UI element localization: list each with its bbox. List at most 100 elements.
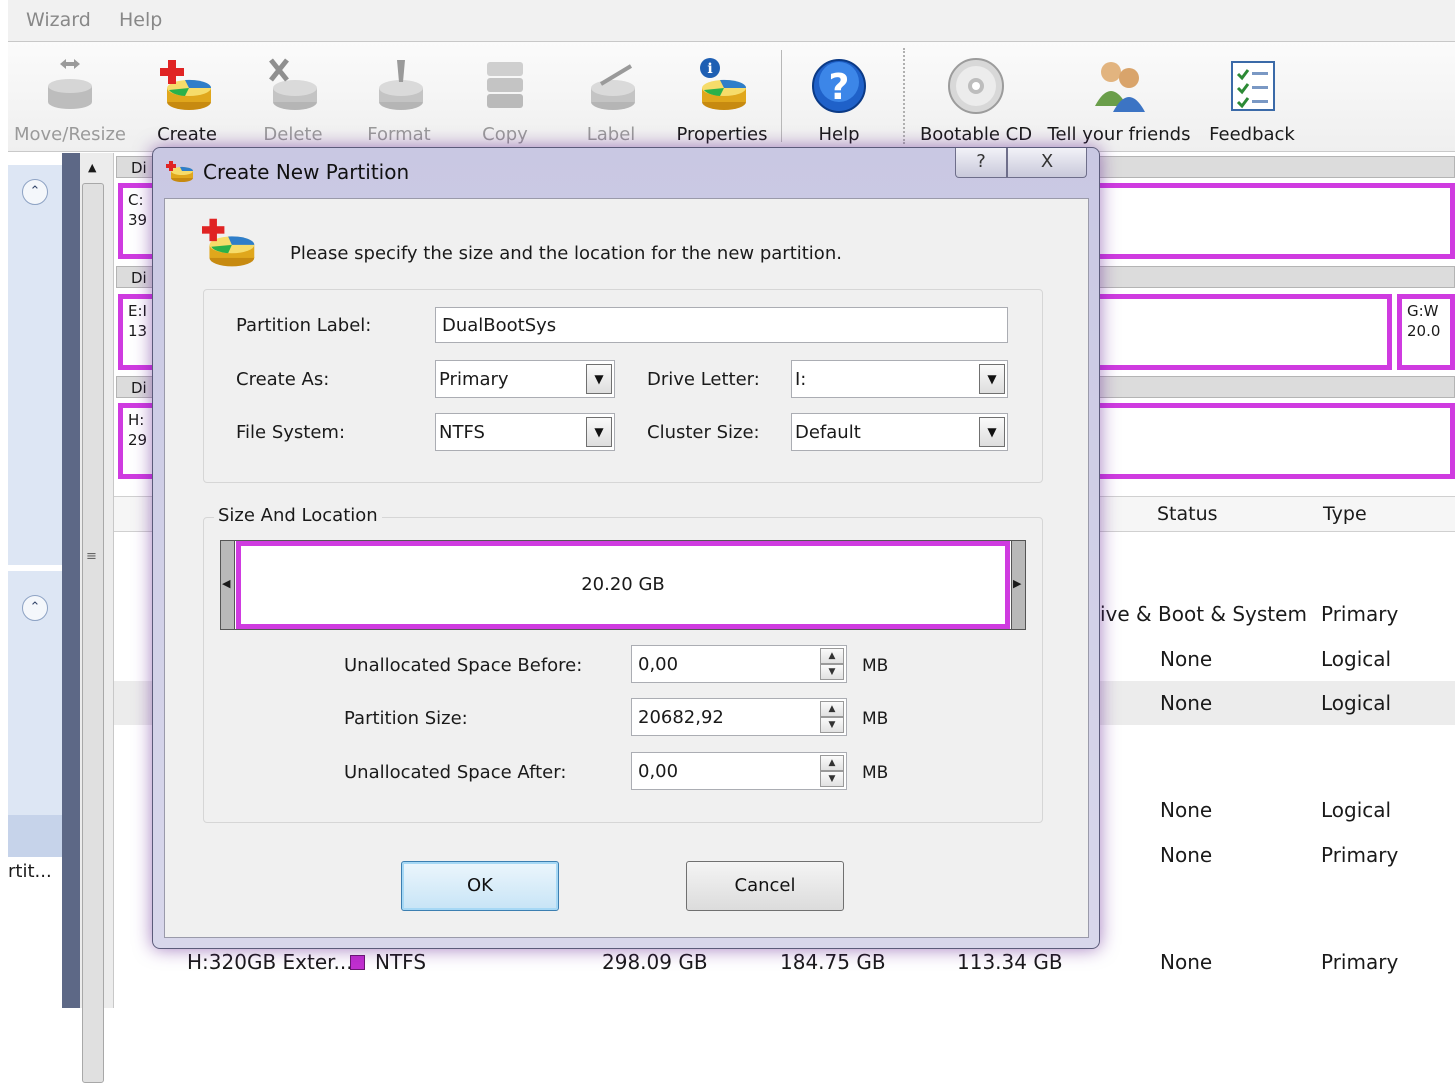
unallocated-before-spinner[interactable]: 0,00 ▲ ▼ xyxy=(631,645,847,683)
create-partition-icon xyxy=(166,161,194,182)
partition-label-caption: Partition Label: xyxy=(236,315,372,336)
partition-size-spinner[interactable]: 20682,92 ▲ ▼ xyxy=(631,698,847,736)
panel-splitter[interactable] xyxy=(62,153,80,1008)
properties-icon: i xyxy=(700,58,747,110)
ok-button[interactable]: OK xyxy=(401,861,559,911)
label-partition-icon xyxy=(591,64,635,110)
feedback-button[interactable]: Feedback xyxy=(1202,50,1302,146)
left-panel-item-label[interactable]: rtit... xyxy=(8,861,52,882)
menu-help[interactable]: Help xyxy=(119,9,162,31)
column-status[interactable]: Status xyxy=(1157,503,1218,525)
delete-partition-icon xyxy=(269,58,317,110)
create-partition-dialog: Create New Partition ? X Please specify … xyxy=(152,147,1100,949)
left-panel-section: ⌃ xyxy=(8,165,62,565)
size-location-title: Size And Location xyxy=(214,505,382,526)
tell-friends-button[interactable]: Tell your friends xyxy=(1044,50,1194,146)
spin-down-icon[interactable]: ▼ xyxy=(820,717,844,733)
partition-size-caption: Partition Size: xyxy=(344,708,468,729)
vertical-scrollbar[interactable]: ▲ ≡ xyxy=(80,153,114,1083)
dropdown-arrow-icon[interactable]: ▼ xyxy=(586,364,612,394)
cd-icon xyxy=(948,58,1004,114)
unallocated-before-caption: Unallocated Space Before: xyxy=(344,655,583,676)
move-resize-button[interactable]: Move/Resize xyxy=(8,50,132,146)
menu-bar: Wizard Help xyxy=(8,0,1455,42)
copy-partition-icon xyxy=(487,62,523,108)
question-mark-icon: ? xyxy=(976,151,986,172)
dialog-body: Please specify the size and the location… xyxy=(164,198,1089,938)
unallocated-after-caption: Unallocated Space After: xyxy=(344,762,567,783)
unit-label: MB xyxy=(862,763,889,783)
feedback-icon xyxy=(1231,61,1275,111)
close-icon: X xyxy=(1040,151,1054,172)
scrollbar-thumb[interactable] xyxy=(82,183,104,1083)
partition-size-fill: 20.20 GB xyxy=(236,541,1010,629)
cancel-button[interactable]: Cancel xyxy=(686,861,844,911)
cluster-size-select[interactable]: Default ▼ xyxy=(791,413,1008,451)
file-system-select[interactable]: NTFS ▼ xyxy=(435,413,615,451)
left-panel-section: ⌃ xyxy=(8,571,62,815)
delete-button[interactable]: Delete xyxy=(248,50,338,146)
spin-up-icon[interactable]: ▲ xyxy=(820,648,844,664)
toolbar-separator xyxy=(781,50,782,142)
partition-size-bar-label: 20.20 GB xyxy=(581,574,665,595)
close-button[interactable]: X xyxy=(1007,148,1087,178)
spin-down-icon[interactable]: ▼ xyxy=(820,771,844,787)
create-button[interactable]: Create xyxy=(142,50,232,146)
size-and-location-group: Size And Location ◀ 20.20 GB ▶ Unallocat… xyxy=(203,505,1043,823)
format-button[interactable]: Format xyxy=(354,50,444,146)
filesystem-color-swatch xyxy=(350,955,365,970)
left-panel-selected-item[interactable] xyxy=(8,815,62,857)
properties-button[interactable]: i Properties xyxy=(670,50,774,146)
dropdown-arrow-icon[interactable]: ▼ xyxy=(979,417,1005,447)
spin-up-icon[interactable]: ▲ xyxy=(820,701,844,717)
dropdown-arrow-icon[interactable]: ▼ xyxy=(979,364,1005,394)
cluster-size-caption: Cluster Size: xyxy=(647,422,760,443)
bootable-cd-button[interactable]: Bootable CD xyxy=(918,50,1034,146)
scroll-grip-icon: ≡ xyxy=(86,549,97,564)
scroll-up-arrow-icon[interactable]: ▲ xyxy=(88,161,96,174)
column-type[interactable]: Type xyxy=(1323,503,1367,525)
chevron-up-icon: ⌃ xyxy=(29,600,41,615)
format-partition-icon xyxy=(379,60,423,110)
left-action-panel: ⌃ ⌃ rtit... xyxy=(8,153,62,1008)
svg-text:?: ? xyxy=(829,67,850,108)
instruction-text: Please specify the size and the location… xyxy=(290,243,842,264)
copy-button[interactable]: Copy xyxy=(460,50,550,146)
unit-label: MB xyxy=(862,656,889,676)
left-resize-handle[interactable]: ◀ xyxy=(221,541,235,629)
spin-down-icon[interactable]: ▼ xyxy=(820,664,844,680)
chevron-up-icon: ⌃ xyxy=(29,184,41,199)
svg-text:i: i xyxy=(707,61,712,77)
unit-label: MB xyxy=(862,709,889,729)
label-button[interactable]: Label xyxy=(566,50,656,146)
toolbar: Move/Resize Create Delete Format Copy La… xyxy=(8,42,1455,152)
toolbar-dotted-separator xyxy=(903,48,905,144)
spin-up-icon[interactable]: ▲ xyxy=(820,755,844,771)
help-caption-button[interactable]: ? xyxy=(955,148,1007,178)
move-resize-icon xyxy=(48,59,92,109)
create-partition-icon xyxy=(202,218,255,267)
right-resize-handle[interactable]: ▶ xyxy=(1011,541,1025,629)
partition-label-input[interactable]: DualBootSys xyxy=(435,307,1008,343)
partition-settings-group: Partition Label: DualBootSys Create As: … xyxy=(203,289,1043,483)
create-as-select[interactable]: Primary ▼ xyxy=(435,360,615,398)
handle-arrow-icon: ◀ xyxy=(222,577,231,590)
collapse-section-button[interactable]: ⌃ xyxy=(22,179,48,205)
dropdown-arrow-icon[interactable]: ▼ xyxy=(586,417,612,447)
file-system-caption: File System: xyxy=(236,422,346,443)
handle-arrow-icon: ▶ xyxy=(1013,577,1022,590)
menu-wizard[interactable]: Wizard xyxy=(26,9,91,31)
collapse-section-button[interactable]: ⌃ xyxy=(22,595,48,621)
drive-letter-caption: Drive Letter: xyxy=(647,369,760,390)
help-icon: ? xyxy=(812,59,866,113)
help-button[interactable]: ? Help xyxy=(794,50,884,146)
partition-block-g[interactable]: G:W 20.0 xyxy=(1397,294,1455,370)
friends-icon xyxy=(1095,62,1145,112)
dialog-title: Create New Partition xyxy=(203,160,410,184)
drive-letter-select[interactable]: I: ▼ xyxy=(791,360,1008,398)
create-as-caption: Create As: xyxy=(236,369,330,390)
partition-size-bar[interactable]: ◀ 20.20 GB ▶ xyxy=(220,540,1026,630)
dialog-titlebar[interactable]: Create New Partition ? X xyxy=(153,148,1099,194)
create-partition-icon xyxy=(160,60,212,110)
unallocated-after-spinner[interactable]: 0,00 ▲ ▼ xyxy=(631,752,847,790)
